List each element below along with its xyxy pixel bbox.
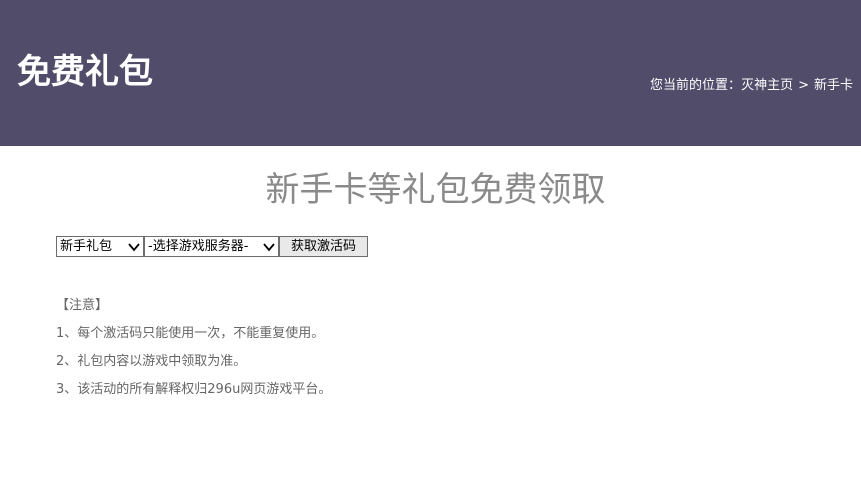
page-title: 免费礼包 [17,52,153,92]
chevron-down-icon [263,243,275,252]
breadcrumb-separator: > [798,78,809,93]
breadcrumb: 您当前的位置：灭神主页 > 新手卡 [650,76,853,96]
gift-type-select[interactable]: 新手礼包 [56,236,144,257]
header-banner: 免费礼包 您当前的位置：灭神主页 > 新手卡 [0,0,861,146]
chevron-down-icon [128,243,140,252]
get-activation-code-button[interactable]: 获取激活码 [279,236,368,257]
notes-section: 【注意】 1、每个激活码只能使用一次，不能重复使用。 2、礼包内容以游戏中领取为… [56,292,331,404]
gift-form: 新手礼包 -选择游戏服务器- 获取激活码 [56,236,368,257]
breadcrumb-prefix: 您当前的位置： [650,78,742,93]
server-select-value: -选择游戏服务器- [148,239,249,254]
gift-type-select-value: 新手礼包 [60,239,113,254]
server-select[interactable]: -选择游戏服务器- [144,236,279,257]
note-item: 3、该活动的所有解释权归296u网页游戏平台。 [56,382,332,397]
breadcrumb-current: 新手卡 [813,78,853,93]
notes-title: 【注意】 [56,298,109,313]
main-heading: 新手卡等礼包免费领取 [265,170,606,210]
note-item: 1、每个激活码只能使用一次，不能重复使用。 [56,326,325,341]
breadcrumb-home-link[interactable]: 灭神主页 [741,78,793,93]
note-item: 2、礼包内容以游戏中领取为准。 [56,354,247,369]
